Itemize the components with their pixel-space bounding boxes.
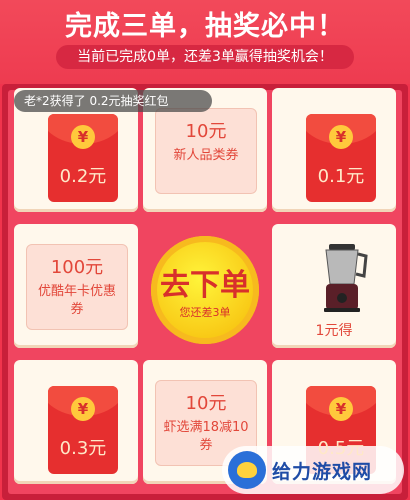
prize-cell-coupon-100[interactable]: 100元 优酷年卡优惠券 (14, 224, 138, 348)
place-order-label: 去下单 (160, 268, 250, 303)
prize-cell-red-envelope-0-3[interactable]: ¥ 0.3元 (14, 360, 138, 484)
watermark-text: 给力游戏网 (272, 461, 373, 483)
yuan-coin-icon: ¥ (329, 397, 353, 421)
red-envelope-icon: ¥ 0.3元 (48, 386, 118, 474)
yuan-coin-icon: ¥ (71, 125, 95, 149)
yuan-coin-icon: ¥ (329, 125, 353, 149)
page-title: 完成三单，抽奖必中！ (65, 11, 345, 42)
watermark-logo-icon (228, 451, 266, 489)
yuan-coin-icon: ¥ (71, 397, 95, 421)
coupon-description: 新人品类券 (173, 148, 239, 163)
blender-product-icon (324, 244, 368, 312)
envelope-amount: 0.1元 (317, 166, 365, 187)
place-order-button[interactable]: 去下单 您还差3单 (151, 236, 259, 344)
progress-subtitle: 当前已完成0单，还差3单赢得抽奖机会！ (56, 45, 354, 69)
header-banner: 完成三单，抽奖必中！ 当前已完成0单，还差3单赢得抽奖机会！ (0, 0, 410, 84)
prize-cell-red-envelope-0-1[interactable]: ¥ 0.1元 (272, 88, 396, 212)
envelope-amount: 0.5元 (317, 438, 365, 459)
prize-cell-product-blender[interactable]: 1元得 (272, 224, 396, 348)
winner-toast: 老*2获得了 0.2元抽奖红包 (14, 90, 212, 112)
red-envelope-icon: ¥ 0.2元 (48, 114, 118, 202)
orders-remaining-text: 您还差3单 (179, 306, 231, 319)
coupon-value: 100元 (50, 257, 104, 278)
envelope-amount: 0.3元 (59, 438, 107, 459)
red-envelope-icon: ¥ 0.1元 (306, 114, 376, 202)
coupon-ticket: 100元 优酷年卡优惠券 (26, 244, 128, 330)
product-price-label: 1元得 (315, 323, 353, 339)
coupon-ticket: 10元 新人品类券 (155, 108, 257, 194)
envelope-amount: 0.2元 (59, 166, 107, 187)
coupon-description: 优酷年卡优惠券 (37, 284, 116, 317)
coupon-value: 10元 (185, 393, 227, 414)
coupon-value: 10元 (185, 121, 227, 142)
